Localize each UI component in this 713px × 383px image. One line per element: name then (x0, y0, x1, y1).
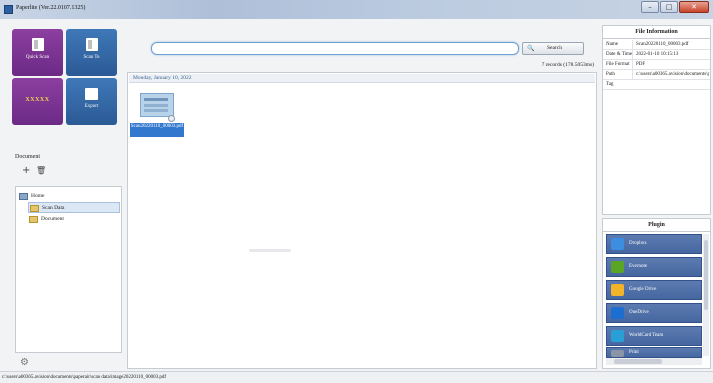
status-bar: c:\users\a00365.avision\documents\papera… (0, 371, 713, 383)
tree-node-home[interactable]: Home (18, 191, 44, 202)
tree-node-label: Scan Data (42, 205, 65, 211)
plugin-evernote[interactable]: Evernote (606, 257, 702, 277)
worldcard-icon (611, 330, 624, 342)
scan-icon (31, 38, 44, 51)
plugin-print[interactable]: Print (606, 347, 702, 358)
quick-scan-button[interactable]: Quick Scan (12, 29, 63, 76)
plugin-vertical-scrollbar[interactable] (703, 234, 709, 356)
info-key: File Format (606, 62, 630, 67)
plugin-google-drive[interactable]: Google Drive (606, 280, 702, 300)
info-row-date: Date & Time 2022-01-10 10:15:13 (603, 50, 710, 60)
tree-node-scan-data[interactable]: Scan Data (28, 202, 120, 213)
app-client-area: Quick Scan Scan To XXXXX Export Document… (0, 19, 713, 371)
file-information-panel: File Information Name Scan20220110_00003… (602, 25, 711, 215)
file-information-header: File Information (603, 26, 710, 39)
info-value: c:\users\a00365.avision\documents\papera… (632, 70, 709, 80)
tree-node-label: Document (41, 216, 64, 222)
file-list-panel: Monday, January 10, 2022 Scan20220110_00… (127, 72, 597, 369)
plugin-label: OneDrive (629, 310, 649, 315)
search-button-label: Search (547, 45, 562, 51)
app-icon (4, 5, 13, 14)
onedrive-icon (611, 307, 624, 319)
info-row-path: Path c:\users\a00365.avision\documents\p… (603, 70, 710, 80)
add-folder-icon[interactable]: + (22, 166, 30, 176)
scan-to-label: Scan To (83, 55, 100, 60)
main-area: 🔍 Search 7 records (178.5053ms) Monday, … (127, 25, 597, 369)
plugin-label: Print (629, 350, 639, 355)
maximize-button[interactable]: □ (660, 1, 678, 13)
scrollbar-thumb[interactable] (704, 240, 708, 310)
tree-node-document[interactable]: Document (28, 214, 64, 225)
info-value: 2022-01-10 10:15:13 (632, 50, 709, 60)
home-icon (19, 193, 28, 200)
horizontal-scrollbar[interactable] (249, 249, 291, 252)
folder-icon (30, 205, 39, 212)
folder-tree: Home Scan Data Document (15, 186, 122, 353)
info-key: Tag (606, 82, 614, 87)
left-sidebar: Quick Scan Scan To XXXXX Export Document… (8, 25, 122, 369)
export-button[interactable]: Export (66, 78, 117, 125)
plugin-label: Dropbox (629, 241, 647, 246)
close-button[interactable]: ✕ (679, 1, 709, 13)
google-drive-icon (611, 284, 624, 296)
search-button[interactable]: 🔍 Search (522, 42, 584, 55)
dropbox-icon (611, 238, 624, 250)
info-row-tag: Tag (603, 80, 710, 90)
file-name-label[interactable]: Scan20220110_00003.pdf (130, 123, 184, 137)
search-icon: 🔍 (527, 45, 535, 52)
info-key: Date & Time (606, 52, 633, 57)
custom-profile-button[interactable]: XXXXX (12, 78, 63, 125)
scan-to-button[interactable]: Scan To (66, 29, 117, 76)
result-summary: 7 records (178.5053ms) (541, 62, 594, 68)
plugin-label: Evernote (629, 264, 648, 269)
plugin-onedrive[interactable]: OneDrive (606, 303, 702, 323)
export-icon (85, 88, 98, 100)
plugin-dropbox[interactable]: Dropbox (606, 234, 702, 254)
folder-icon (29, 216, 38, 223)
file-thumbnail[interactable] (140, 93, 174, 117)
date-group-header: Monday, January 10, 2022 (129, 74, 595, 83)
plugin-label: Google Drive (629, 287, 657, 292)
minimize-button[interactable]: – (641, 1, 659, 13)
custom-profile-label: XXXXX (25, 97, 50, 103)
info-key: Name (606, 42, 618, 47)
scan-to-icon (85, 38, 98, 51)
scrollbar-thumb[interactable] (614, 359, 662, 364)
plugin-worldcard-team[interactable]: WorldCard Team (606, 326, 702, 346)
export-label: Export (84, 104, 99, 109)
delete-icon[interactable]: 🗑 (36, 166, 46, 176)
title-bar: Paperlite (Ver.22.0107.1325) – □ ✕ (0, 0, 713, 19)
document-section-label: Document (15, 154, 40, 160)
plugin-label: WorldCard Team (629, 333, 664, 338)
info-row-name: Name Scan20220110_00003.pdf (603, 40, 710, 50)
settings-icon[interactable]: ⚙ (20, 357, 29, 368)
plugin-horizontal-scrollbar[interactable] (606, 358, 702, 365)
quick-scan-label: Quick Scan (25, 55, 50, 60)
tree-node-label: Home (31, 193, 45, 199)
search-input[interactable] (151, 42, 519, 55)
right-panel: File Information Name Scan20220110_00003… (602, 25, 711, 369)
evernote-icon (611, 261, 624, 273)
plugin-panel: Plugin Dropbox Evernote Google Drive One… (602, 218, 711, 369)
print-icon (611, 350, 624, 357)
window-title: Paperlite (Ver.22.0107.1325) (16, 5, 86, 11)
plugin-header: Plugin (603, 219, 710, 232)
info-key: Path (606, 72, 615, 77)
info-value: PDF (632, 60, 709, 70)
info-row-format: File Format PDF (603, 60, 710, 70)
info-value: Scan20220110_00003.pdf (632, 40, 709, 50)
file-badge-icon (168, 115, 175, 122)
window-controls: – □ ✕ (641, 1, 709, 15)
